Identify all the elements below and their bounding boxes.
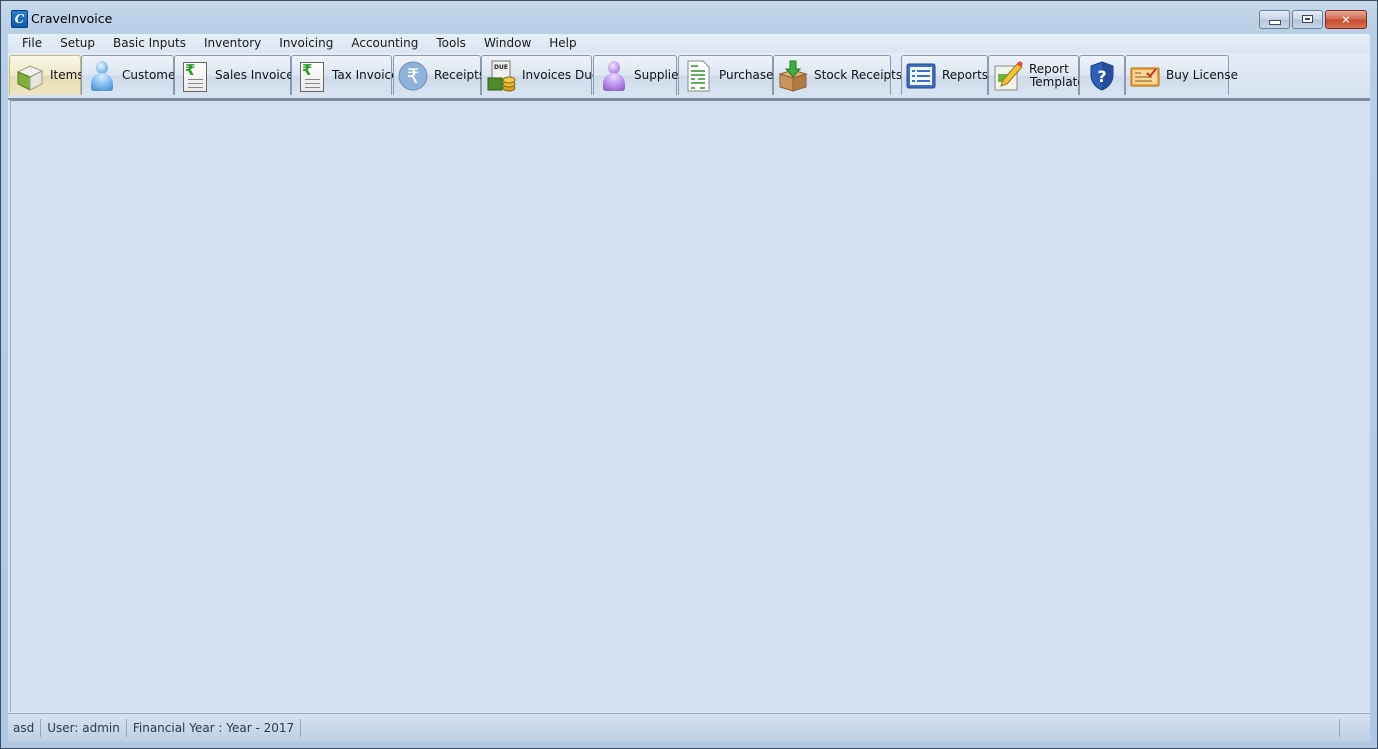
status-company: asd [8,719,42,737]
status-bar: asd User: admin Financial Year : Year - … [8,713,1370,742]
stock-receipts-button[interactable]: Stock Receipts [773,55,902,95]
tax-invoice-button[interactable]: ₹ Tax Invoice [291,55,399,95]
purchases-document-icon [683,60,713,92]
report-template-pencil-icon [993,60,1023,92]
menu-bar: File Setup Basic Inputs Inventory Invoic… [8,34,1370,53]
client-area: File Setup Basic Inputs Inventory Invoic… [8,34,1370,742]
invoices-due-money-icon: DUE [486,60,516,92]
license-certificate-icon [1130,60,1160,92]
svg-text:₹: ₹ [407,64,420,88]
items-label: Items [50,68,84,82]
menu-window[interactable]: Window [475,34,540,53]
app-logo-icon: C [11,10,28,28]
help-shield-icon: ? [1087,60,1117,92]
minimize-icon [1269,20,1281,25]
items-box-icon [14,60,44,92]
menu-basic-inputs[interactable]: Basic Inputs [104,34,195,53]
sales-invoices-label: Sales Invoices [215,68,300,82]
customer-person-icon [86,60,116,92]
receipts-label: Receipts [434,68,486,82]
tax-invoice-label: Tax Invoice [332,68,399,82]
customer-button[interactable]: Customer [81,55,180,95]
stock-box-arrow-icon [778,60,808,92]
items-button[interactable]: Items [9,55,84,95]
close-button[interactable]: ✕ [1325,10,1367,29]
svg-text:?: ? [1097,67,1106,86]
tax-invoice-rupee-icon: ₹ [296,60,326,92]
status-user: User: admin [41,719,127,737]
report-template-label-line1: Report [1029,61,1069,76]
menu-tools[interactable]: Tools [427,34,475,53]
stock-receipts-label: Stock Receipts [814,68,903,82]
report-template-label-line2: Template [1030,74,1085,89]
sales-invoice-rupee-icon: ₹ [179,60,209,92]
buy-license-label: Buy License [1166,68,1238,82]
report-template-button[interactable]: Report Template [988,55,1085,95]
restore-icon [1302,15,1313,23]
menu-inventory[interactable]: Inventory [195,34,270,53]
app-window: C CraveInvoice ✕ File Setup Basic Inputs… [0,0,1378,749]
buy-license-button[interactable]: Buy License [1125,55,1238,95]
menu-accounting[interactable]: Accounting [342,34,427,53]
rupee-coin-icon: ₹ [398,60,428,92]
customer-label: Customer [122,68,181,82]
reports-list-icon [906,60,936,92]
help-button[interactable]: ? [1079,55,1125,95]
purchases-label: Purchases [719,68,780,82]
window-controls: ✕ [1259,10,1367,29]
menu-invoicing[interactable]: Invoicing [270,34,342,53]
status-spare-panel [1339,719,1370,737]
receipts-button[interactable]: ₹ Receipts [393,55,485,95]
svg-text:DUE: DUE [494,64,508,71]
mdi-workspace [10,100,1370,712]
maximize-button[interactable] [1292,10,1323,29]
supplier-person-icon [598,60,628,92]
menu-file[interactable]: File [8,34,51,53]
status-financial-year: Financial Year : Year - 2017 [127,719,302,737]
window-title: CraveInvoice [31,11,113,26]
report-template-label: Report Template [1029,61,1085,89]
minimize-button[interactable] [1259,10,1290,29]
menu-help[interactable]: Help [540,34,585,53]
close-icon: ✕ [1341,13,1351,26]
invoices-due-button[interactable]: DUE Invoices Due [481,55,599,95]
menu-setup[interactable]: Setup [51,34,104,53]
supplier-label: Supplier [634,68,684,82]
purchases-button[interactable]: Purchases [678,55,780,95]
reports-label: Reports [942,68,989,82]
invoices-due-label: Invoices Due [522,68,600,82]
sales-invoices-button[interactable]: ₹ Sales Invoices [174,55,300,95]
reports-button[interactable]: Reports [901,55,988,95]
main-toolbar: Items Customer ₹ Sales Invoices ₹ Tax In… [8,53,1370,100]
title-bar[interactable]: C CraveInvoice ✕ [1,1,1377,34]
supplier-button[interactable]: Supplier [593,55,683,95]
